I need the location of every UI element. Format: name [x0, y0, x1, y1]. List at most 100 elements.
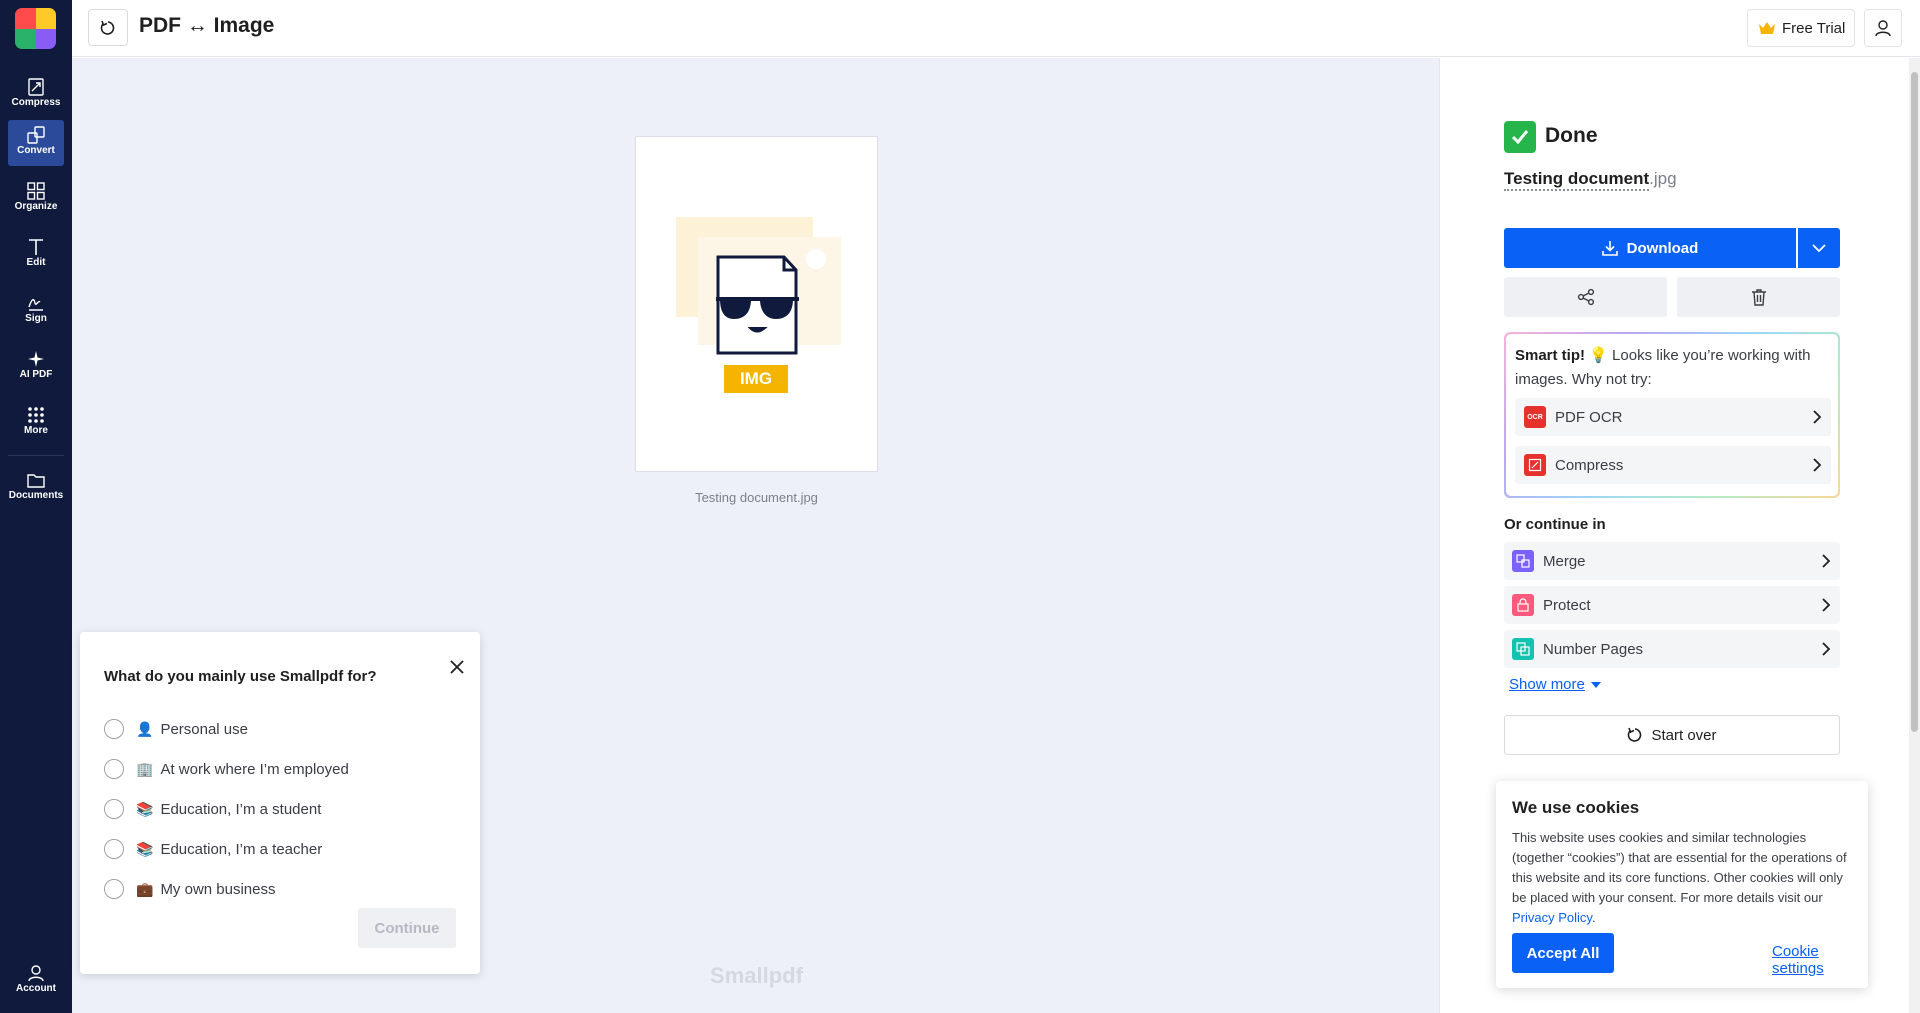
chevron-down-icon: [1812, 244, 1826, 253]
tool-label: PDF OCR: [1555, 408, 1623, 426]
option-emoji: 📚: [136, 840, 154, 857]
lock-icon: [1512, 594, 1534, 616]
privacy-policy-link[interactable]: Privacy Policy: [1512, 910, 1592, 925]
sidebar-item-label: Organize: [14, 201, 58, 212]
smallpdf-watermark: Smallpdf: [710, 963, 803, 988]
close-icon: [450, 660, 464, 674]
crown-icon: [1759, 22, 1775, 34]
smallpdf-logo[interactable]: [15, 8, 56, 49]
radio-button[interactable]: [104, 879, 124, 899]
compress-icon: [1524, 454, 1546, 476]
sidebar-item-label: Documents: [8, 490, 64, 501]
option-label: At work where I’m employed: [160, 760, 349, 778]
tool-label: Merge: [1543, 552, 1586, 570]
sidebar-item-convert[interactable]: Convert: [8, 120, 64, 166]
chevron-right-icon: [1822, 642, 1830, 656]
radio-button[interactable]: [104, 799, 124, 819]
survey-option-personal[interactable]: 👤 Personal use: [104, 716, 248, 742]
radio-button[interactable]: [104, 719, 124, 739]
free-trial-label: Free Trial: [1782, 19, 1846, 37]
tool-link-merge[interactable]: Merge: [1504, 542, 1840, 580]
sidebar-item-ai-pdf[interactable]: AI PDF: [8, 344, 64, 390]
sidebar-item-edit[interactable]: Edit: [8, 232, 64, 278]
sidebar-item-sign[interactable]: Sign: [8, 288, 64, 334]
start-over-label: Start over: [1651, 726, 1717, 744]
cookie-title: We use cookies: [1512, 798, 1640, 817]
survey-option-student[interactable]: 📚 Education, I’m a student: [104, 796, 321, 822]
cookie-banner: We use cookies This website uses cookies…: [1496, 781, 1868, 988]
option-label: My own business: [160, 880, 276, 898]
file-extension: .jpg: [1649, 169, 1677, 188]
radio-button[interactable]: [104, 839, 124, 859]
option-label: Education, I’m a teacher: [160, 840, 323, 858]
sidebar-item-label: AI PDF: [19, 369, 53, 380]
convert-icon: [27, 126, 45, 144]
free-trial-button[interactable]: Free Trial: [1747, 9, 1855, 47]
sparkle-icon: [28, 351, 44, 367]
file-preview-card[interactable]: IMG: [635, 136, 878, 472]
sidebar: Compress Convert Organize Edit Sign AI P…: [0, 0, 72, 1013]
radio-button[interactable]: [104, 759, 124, 779]
sidebar-item-label: More: [24, 425, 48, 436]
tool-link-number-pages[interactable]: Number Pages: [1504, 630, 1840, 668]
download-options-button[interactable]: [1798, 228, 1840, 268]
folder-icon: [27, 474, 45, 488]
tool-link-compress[interactable]: Compress: [1515, 446, 1831, 484]
tool-link-protect[interactable]: Protect: [1504, 586, 1840, 624]
usage-survey-popup: What do you mainly use Smallpdf for? 👤 P…: [80, 632, 480, 974]
delete-button[interactable]: [1677, 277, 1840, 317]
top-bar: PDF ↔ Image Free Trial: [72, 0, 1920, 57]
sidebar-item-label: Account: [16, 983, 56, 994]
sidebar-item-compress[interactable]: Compress: [8, 72, 64, 118]
edit-icon: [29, 239, 43, 255]
file-base-name[interactable]: Testing document: [1504, 169, 1650, 191]
cookie-period: .: [1591, 910, 1596, 925]
sidebar-item-label: Convert: [17, 145, 55, 156]
download-icon: [1601, 241, 1618, 256]
tool-label: Number Pages: [1543, 640, 1644, 658]
account-button[interactable]: [1864, 9, 1902, 47]
chevron-right-icon: [1822, 598, 1830, 612]
output-file-name[interactable]: Testing document.jpg: [1504, 169, 1677, 191]
accept-all-button[interactable]: Accept All: [1512, 933, 1614, 973]
caret-down-icon: [1590, 681, 1601, 688]
tool-link-pdf-ocr[interactable]: OCR PDF OCR: [1515, 398, 1831, 436]
survey-option-teacher[interactable]: 📚 Education, I’m a teacher: [104, 836, 322, 862]
survey-title: What do you mainly use Smallpdf for?: [104, 668, 377, 685]
start-over-button[interactable]: Start over: [1504, 715, 1840, 755]
sidebar-item-more[interactable]: More: [8, 400, 64, 446]
continue-in-heading: Or continue in: [1504, 516, 1606, 533]
status-label: Done: [1545, 124, 1598, 147]
chevron-right-icon: [1822, 554, 1830, 568]
page-title: PDF ↔ Image: [139, 14, 275, 37]
compress-icon: [28, 78, 44, 96]
user-icon: [28, 965, 44, 982]
chevron-right-icon: [1813, 458, 1821, 472]
scrollbar-thumb[interactable]: [1911, 72, 1918, 732]
option-emoji: 🏢: [136, 760, 154, 777]
sign-icon: [28, 298, 43, 311]
sidebar-item-account[interactable]: Account: [8, 958, 64, 1004]
undo-icon: [100, 20, 115, 35]
download-label: Download: [1626, 239, 1699, 257]
tool-label: Compress: [1555, 456, 1624, 474]
download-button[interactable]: Download: [1504, 228, 1796, 268]
share-button[interactable]: [1504, 277, 1667, 317]
cookie-text: This website uses cookies and similar te…: [1512, 828, 1857, 928]
survey-option-business[interactable]: 💼 My own business: [104, 876, 276, 902]
sidebar-item-label: Compress: [11, 97, 61, 108]
back-button[interactable]: [88, 9, 128, 46]
sidebar-item-organize[interactable]: Organize: [8, 176, 64, 222]
cookie-settings-link[interactable]: Cookie settings: [1772, 943, 1868, 977]
number-pages-icon: [1512, 638, 1534, 660]
sidebar-item-documents[interactable]: Documents: [8, 465, 64, 511]
preview-file-name: Testing document.jpg: [695, 490, 818, 505]
option-emoji: 👤: [136, 720, 154, 737]
show-more-link[interactable]: Show more: [1509, 676, 1601, 693]
survey-close-button[interactable]: [446, 656, 468, 678]
organize-icon: [27, 182, 45, 200]
sidebar-item-label: Edit: [26, 257, 46, 268]
survey-option-work[interactable]: 🏢 At work where I’m employed: [104, 756, 349, 782]
undo-icon: [1628, 727, 1642, 742]
survey-continue-button[interactable]: Continue: [358, 908, 456, 948]
